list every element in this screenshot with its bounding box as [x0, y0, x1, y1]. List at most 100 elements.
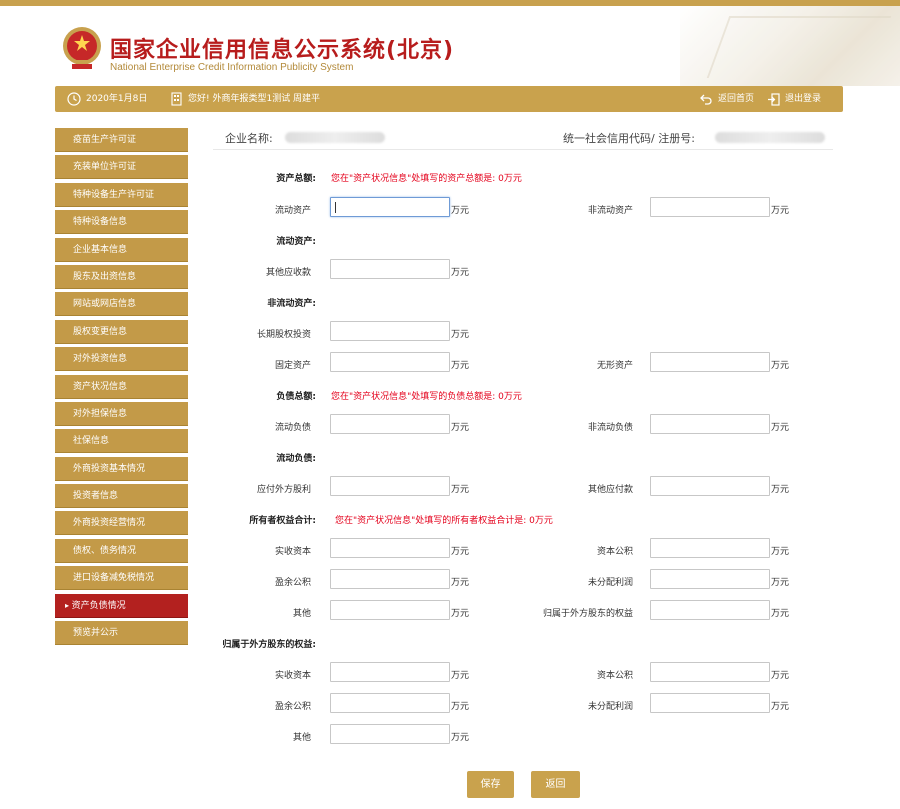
sidebar-item[interactable]: 特种设备信息	[55, 210, 188, 235]
logout-link-label: 退出登录	[785, 94, 822, 104]
input-undistributed-profit[interactable]	[650, 569, 770, 589]
label-other-receivables: 其他应收款	[265, 268, 311, 278]
company-name-label: 企业名称:	[225, 132, 273, 145]
input-intangible-assets[interactable]	[650, 352, 770, 372]
label-f-other: 其他	[292, 733, 311, 743]
sidebar-item[interactable]: 对外投资信息	[55, 347, 188, 372]
label-fixed-assets: 固定资产	[274, 361, 311, 371]
input-dividends-payable[interactable]	[330, 476, 450, 496]
sidebar-item[interactable]: 投资者信息	[55, 484, 188, 509]
sidebar-item[interactable]: 充装单位许可证	[55, 155, 188, 180]
input-other-receivables[interactable]	[330, 259, 450, 279]
logout-link[interactable]: 退出登录	[767, 86, 821, 112]
input-f-paid-in-capital[interactable]	[330, 662, 450, 682]
unit-label: 万元	[451, 423, 470, 433]
label-other: 其他	[292, 609, 311, 619]
section-noncurrent-assets: 非流动资产:	[267, 299, 316, 309]
sidebar-item[interactable]: 对外担保信息	[55, 401, 188, 426]
input-noncurrent-assets[interactable]	[650, 197, 770, 217]
label-intangible-assets: 无形资产	[596, 361, 633, 371]
input-fixed-assets[interactable]	[330, 352, 450, 372]
unit-label: 万元	[451, 733, 470, 743]
unit-label: 万元	[771, 671, 790, 681]
section-total-assets: 资产总额:	[276, 174, 316, 184]
label-f-undistributed-profit: 未分配利润	[587, 702, 633, 712]
header-decoration	[680, 6, 900, 86]
label-f-capital-reserve: 资本公积	[596, 671, 633, 681]
unit-label: 万元	[451, 578, 470, 588]
input-current-liab[interactable]	[330, 414, 450, 434]
home-link[interactable]: 返回首页	[700, 86, 754, 112]
sidebar-item[interactable]: 资产状况信息	[55, 374, 188, 399]
input-f-other[interactable]	[330, 724, 450, 744]
input-lt-equity-invest[interactable]	[330, 321, 450, 341]
unit-label: 万元	[771, 702, 790, 712]
section-current-assets: 流动资产:	[276, 237, 316, 247]
unit-label: 万元	[771, 485, 790, 495]
balance-sheet-form: 资产总额: 您在"资产状况信息"处填写的资产总额是: 0万元 流动资产 万元 非…	[213, 150, 833, 750]
sidebar-item[interactable]: 股东及出资信息	[55, 264, 188, 289]
input-surplus-reserve[interactable]	[330, 569, 450, 589]
sidebar-menu: 疫苗生产许可证 充装单位许可证 特种设备生产许可证 特种设备信息 企业基本信息 股东及出资…	[55, 128, 188, 648]
label-undistributed-profit: 未分配利润	[587, 578, 633, 588]
back-button[interactable]: 返回	[531, 771, 580, 798]
input-f-undistributed-profit[interactable]	[650, 693, 770, 713]
unit-label: 万元	[771, 609, 790, 619]
input-noncurrent-liab[interactable]	[650, 414, 770, 434]
notice-liabilities: 您在"资产状况信息"处填写的负债总额是: 0万元	[331, 392, 522, 402]
unit-label: 万元	[771, 578, 790, 588]
input-other-payables[interactable]	[650, 476, 770, 496]
return-arrow-icon	[700, 94, 712, 105]
label-surplus-reserve: 盈余公积	[274, 578, 311, 588]
label-current-liab: 流动负债	[274, 423, 311, 433]
sidebar-item[interactable]: 预览并公示	[55, 621, 188, 646]
clock-icon	[67, 92, 81, 106]
label-paid-in-capital: 实收资本	[274, 547, 311, 557]
unit-label: 万元	[451, 361, 470, 371]
top-navbar: 2020年1月8日 您好! 外商年报类型1测试 周建平 返回首页 退出登录	[55, 86, 843, 112]
input-capital-reserve[interactable]	[650, 538, 770, 558]
site-header: 国家企业信用信息公示系统(北京) National Enterprise Cre…	[0, 6, 900, 86]
sidebar-item[interactable]: 疫苗生产许可证	[55, 128, 188, 152]
sidebar-item[interactable]: 外商投资基本情况	[55, 456, 188, 481]
sidebar-item[interactable]: 资产负债情况	[55, 593, 188, 618]
notice-assets: 您在"资产状况信息"处填写的资产总额是: 0万元	[331, 174, 522, 184]
unit-label: 万元	[451, 485, 470, 495]
input-current-assets[interactable]	[330, 197, 450, 217]
unit-label: 万元	[451, 206, 470, 216]
sidebar-item[interactable]: 网站或网店信息	[55, 292, 188, 317]
label-foreign-equity: 归属于外方股东的权益	[542, 609, 633, 619]
greeting-text: 您好! 外商年报类型1测试 周建平	[188, 94, 321, 104]
sidebar-item[interactable]: 企业基本信息	[55, 237, 188, 262]
input-f-capital-reserve[interactable]	[650, 662, 770, 682]
unit-label: 万元	[451, 268, 470, 278]
sidebar-item[interactable]: 社保信息	[55, 429, 188, 454]
label-dividends-payable: 应付外方股利	[256, 485, 311, 495]
save-button[interactable]: 保存	[467, 771, 514, 798]
unit-label: 万元	[451, 609, 470, 619]
date-display: 2020年1月8日	[67, 86, 147, 112]
input-paid-in-capital[interactable]	[330, 538, 450, 558]
label-current-assets: 流动资产	[274, 206, 311, 216]
input-foreign-equity[interactable]	[650, 600, 770, 620]
credit-code-value-redacted	[715, 132, 825, 143]
unit-label: 万元	[451, 702, 470, 712]
sidebar-item[interactable]: 债权、债务情况	[55, 538, 188, 563]
label-noncurrent-assets: 非流动资产	[587, 206, 633, 216]
sidebar-item[interactable]: 外商投资经营情况	[55, 511, 188, 536]
logout-icon	[768, 92, 780, 106]
unit-label: 万元	[451, 671, 470, 681]
label-f-paid-in-capital: 实收资本	[274, 671, 311, 681]
input-f-surplus-reserve[interactable]	[330, 693, 450, 713]
label-other-payables: 其他应付款	[587, 485, 633, 495]
sidebar-item[interactable]: 特种设备生产许可证	[55, 182, 188, 207]
national-emblem-icon	[63, 27, 101, 69]
sidebar-item[interactable]: 进口设备减免税情况	[55, 566, 188, 591]
date-text: 2020年1月8日	[86, 94, 148, 104]
input-other[interactable]	[330, 600, 450, 620]
label-noncurrent-liab: 非流动负债	[587, 423, 633, 433]
home-link-label: 返回首页	[718, 94, 755, 104]
user-greeting: 您好! 外商年报类型1测试 周建平	[170, 86, 320, 112]
unit-label: 万元	[771, 547, 790, 557]
sidebar-item[interactable]: 股权变更信息	[55, 319, 188, 344]
